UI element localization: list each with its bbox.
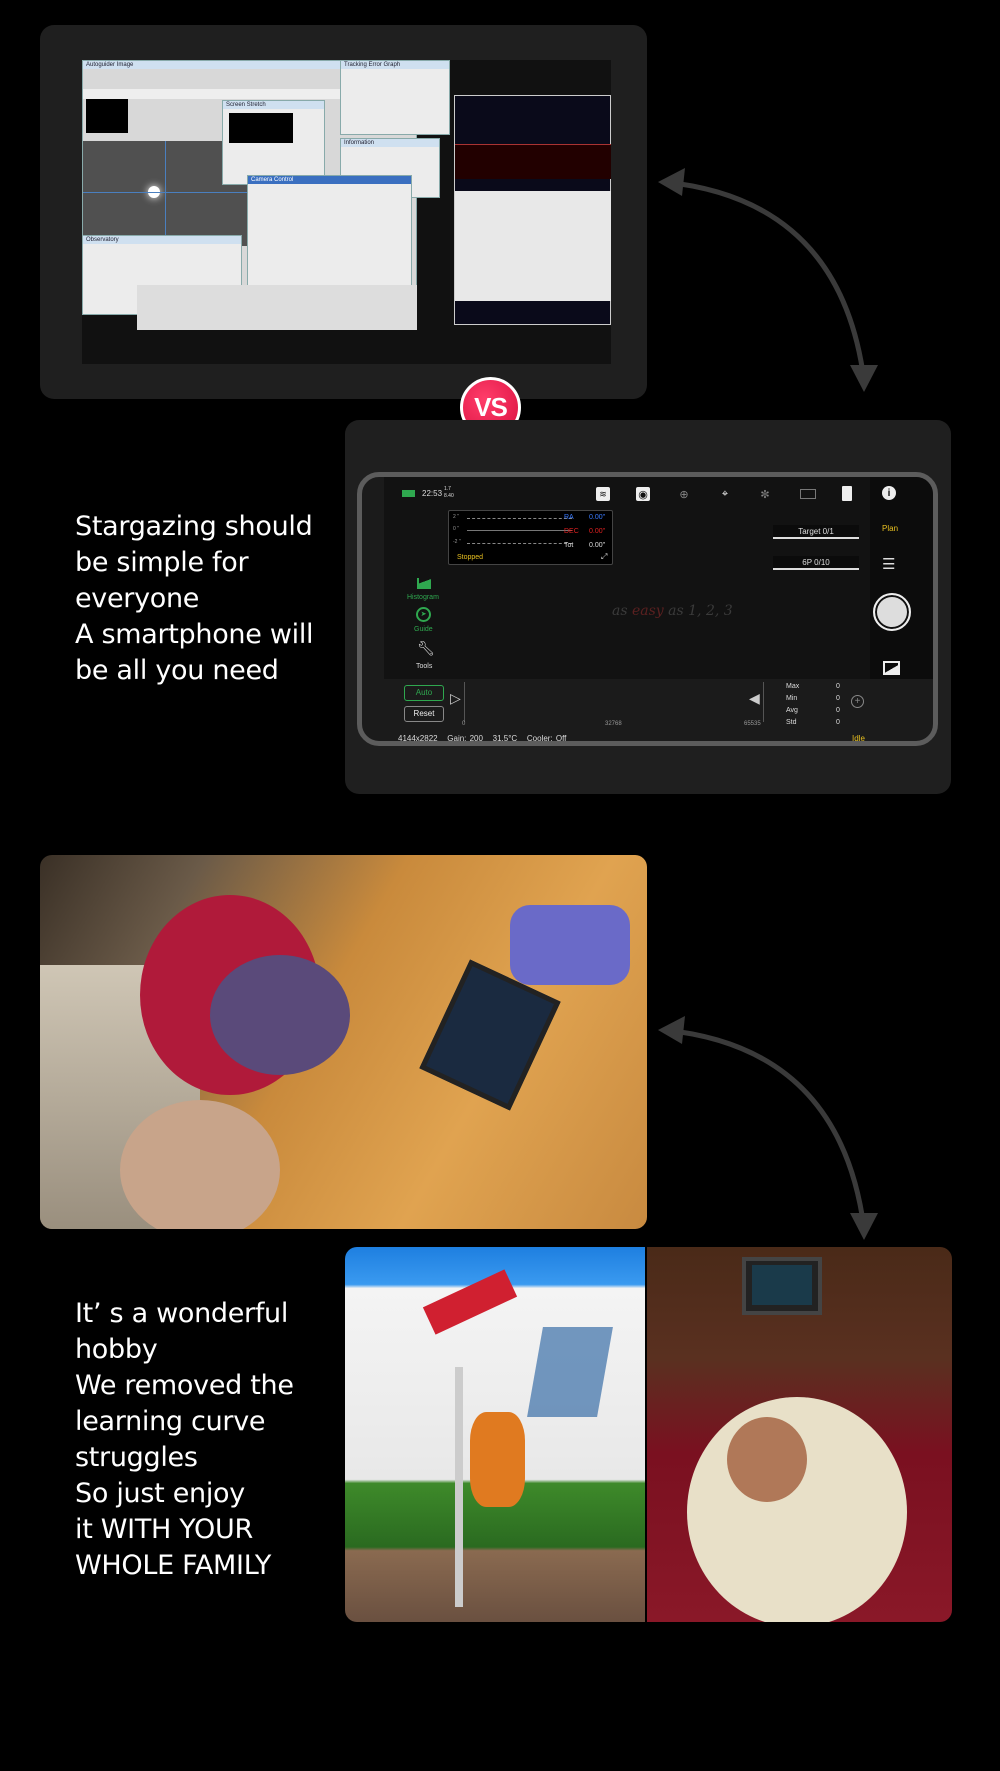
histogram-icon[interactable] [417,578,431,589]
reset-button[interactable]: Reset [404,706,444,722]
legacy-software-screenshot: Autoguider Image Screen Stretch Tracking… [82,60,611,364]
gain: Gain: 200 [447,734,483,743]
gallery-icon[interactable] [883,661,900,675]
cooler-status: Cooler: Off [526,734,567,743]
list-icon[interactable]: ☰ [882,555,895,573]
window-title: Tracking Error Graph [341,61,449,69]
status-time: 22:53 [422,489,443,498]
watermark-c: as 1, 2, 3 [668,603,733,619]
screen-stretch-window: Screen Stretch [222,100,325,185]
black-point-handle[interactable]: ▷ [450,690,461,707]
guiding-software-window [454,95,611,325]
telescope-photo [345,1247,645,1622]
stat-label: Std [786,719,797,726]
hist-tick: 32768 [605,721,622,727]
stat-value: 0 [836,719,840,726]
guide-y-label: -2 " [453,539,461,545]
ra-value: 0.00" [589,514,606,521]
watermark-a: as [612,603,628,619]
focuser-icon[interactable]: ⊕ [677,487,691,501]
slogan-family: It’ s a wonderful hobby We removed the l… [75,1298,294,1581]
info-icon[interactable]: i [882,486,896,500]
window-title: Information [341,139,439,147]
family-photos [345,1247,952,1622]
curved-arrow-icon [658,1016,878,1240]
white-point-handle[interactable]: ◀ [749,690,760,707]
filter-wheel-icon[interactable]: ✼ [758,487,772,501]
tot-value: 0.00" [589,542,606,549]
zoom-in-icon[interactable]: + [851,695,864,708]
hist-tick: 65535 [744,721,761,727]
guide-camera-icon[interactable] [800,489,816,499]
guide-graph[interactable]: 2 " 0 " -2 " RA 0.00" DEC 0.00" Tot 0.00… [448,510,613,565]
status-small-bottom: 8.40 [444,493,454,499]
auto-button[interactable]: Auto [404,685,444,701]
window-title: Screen Stretch [223,101,324,109]
shutter-button[interactable] [873,593,911,631]
watermark: as easy as 1, 2, 3 [612,603,733,619]
guide-y-label: 2 " [453,514,459,520]
dec-value: 0.00" [589,528,606,535]
wrench-icon[interactable]: 🔧︎ [417,640,435,657]
ra-label: RA [564,514,574,521]
slogan-simple: Stargazing should be simple for everyone… [75,511,314,686]
status-small-top: 1.7 [444,486,451,492]
vs-label: VS [474,392,508,422]
camera-state: Idle [852,734,865,743]
window-title: Camera Control [248,176,411,184]
stat-value: 0 [836,695,840,702]
stat-value: 0 [836,683,840,690]
telescope-icon[interactable]: ⌖ [718,487,732,501]
tools-label[interactable]: Tools [416,663,432,670]
taskbar [137,352,611,364]
footer-info: 4144x2822 Gain: 200 31.5°C Cooler: Off [398,734,567,743]
sequence-counter[interactable]: 6P 0/10 [773,556,859,570]
wifi-icon[interactable]: ≋ [596,487,610,501]
camera-icon[interactable]: ◉ [636,487,650,501]
curved-arrow-icon [658,168,878,392]
histogram-label[interactable]: Histogram [407,594,439,601]
image-viewport [384,477,870,679]
watermark-b: easy [631,603,664,619]
stat-label: Avg [786,707,798,714]
expand-icon[interactable]: ⤢ [601,552,607,562]
baby-photo [647,1247,952,1622]
target-counter[interactable]: Target 0/1 [773,525,859,539]
battery-icon [402,490,415,497]
guide-icon[interactable]: ➤ [416,607,431,622]
dec-label: DEC [564,528,579,535]
sd-card-icon[interactable] [842,486,852,501]
stat-label: Max [786,683,800,690]
kids-with-tablet-photo [40,855,647,1229]
guide-y-label: 0 " [453,526,459,532]
temperature: 31.5°C [492,734,518,743]
phone-app-screenshot: 22:53 1.7 8.40 ≋ ◉ ⊕ ⌖ ✼ i 2 " 0 " -2 " … [357,472,938,746]
resolution: 4144x2822 [398,734,438,743]
stat-label: Min [786,695,798,702]
window-title: Observatory [83,236,241,244]
tracking-graph-window: Tracking Error Graph [340,60,450,135]
hist-tick: 0 [462,721,466,727]
guide-state: Stopped [457,554,484,561]
tot-label: Tot [564,542,574,549]
right-control-bar [870,477,933,679]
stat-value: 0 [836,707,840,714]
plan-button[interactable]: Plan [882,524,898,533]
guide-label[interactable]: Guide [414,626,433,633]
